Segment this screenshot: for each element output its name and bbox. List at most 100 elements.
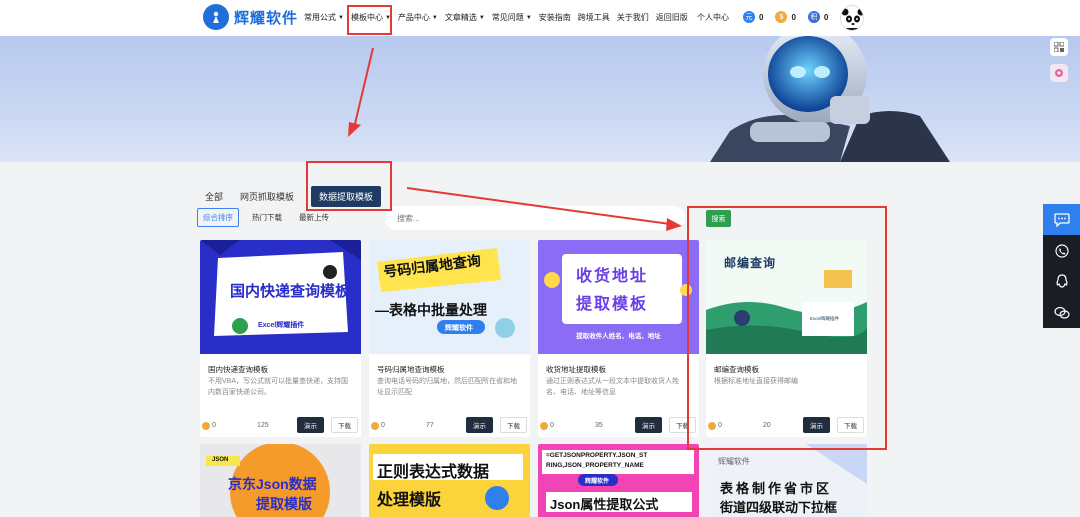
sort-combined[interactable]: 综合排序 bbox=[197, 208, 239, 227]
thumbnail-text: 街道四级联动下拉框 bbox=[720, 500, 838, 515]
qr-code-icon[interactable] bbox=[1050, 38, 1068, 56]
coin-count: 0 bbox=[212, 422, 216, 429]
theme-icon[interactable] bbox=[1050, 64, 1068, 82]
nav-item[interactable]: 安装指南 bbox=[539, 12, 571, 23]
demo-button[interactable]: 演示 bbox=[635, 417, 662, 433]
thumbnail-text: JSON bbox=[212, 457, 229, 463]
tab-all[interactable]: 全部 bbox=[205, 190, 223, 203]
thumbnail-text: 辉耀软件 bbox=[718, 457, 750, 466]
caret-down-icon: ▼ bbox=[478, 14, 485, 21]
card-desc: 通过正则表达式从一段文本中提取收货人姓名、电话、地址等信息 bbox=[546, 378, 679, 396]
download-count: 125 bbox=[257, 422, 269, 429]
coin-icon bbox=[540, 422, 548, 430]
phone-icon[interactable] bbox=[1043, 235, 1080, 266]
card-footer: 0 35 演示 下载 bbox=[538, 416, 699, 434]
thumbnail-text: 收货地址 bbox=[576, 268, 649, 285]
chat-icon[interactable] bbox=[1043, 204, 1080, 235]
thumbnail-text: RING,JSON_PROPERTY_NAME bbox=[546, 462, 644, 469]
site-logo[interactable]: 辉耀软件 bbox=[203, 4, 298, 30]
template-card-thumbnail[interactable]: =GETJSONPROPERTY.JSON_ST RING,JSON_PROPE… bbox=[538, 444, 699, 517]
card-title[interactable]: 收货地址提取模板 bbox=[546, 364, 606, 375]
nav-item[interactable]: 关于我们 bbox=[617, 12, 649, 23]
points-count: 0 bbox=[823, 12, 829, 22]
thumbnail-text: 提取收件人姓名、电话、地址 bbox=[576, 333, 661, 340]
thumbnail-text: 处理模版 bbox=[377, 492, 442, 509]
card-footer: 0 77 演示 下载 bbox=[369, 416, 530, 434]
download-count: 35 bbox=[595, 422, 603, 429]
nav-item-label: 安装指南 bbox=[538, 13, 571, 22]
template-card[interactable]: 国内快递查询模板 Excel辉耀插件 国内快递查询模板 不用VBA，写公式就可以… bbox=[200, 240, 361, 437]
nav-item[interactable]: 常见问题 ▼ bbox=[492, 12, 532, 23]
nav-item-label: 返回旧版 bbox=[655, 13, 688, 22]
thumbnail-text: 国内快递查询模板 bbox=[230, 283, 351, 300]
template-card-thumbnail[interactable]: JSON 京东Json数据 提取模版 bbox=[200, 444, 361, 517]
qq-icon[interactable] bbox=[1043, 266, 1080, 297]
annotation-highlight bbox=[687, 206, 887, 450]
search-input[interactable] bbox=[385, 206, 685, 230]
nav-item[interactable]: 常用公式 ▼ bbox=[304, 12, 344, 23]
card-thumbnail[interactable]: 收货地址 提取模板 提取收件人姓名、电话、地址 bbox=[538, 240, 699, 354]
page: 辉耀软件 常用公式 ▼ 模板中心 ▼ 产品中心 ▼ 文章精选 ▼ 常见问题 ▼ 安装指南 跨境工具 关于… bbox=[0, 0, 1080, 517]
template-card[interactable]: 收货地址 提取模板 提取收件人姓名、电话、地址 收货地址提取模板 通过正则表达式… bbox=[538, 240, 699, 437]
sort-hot[interactable]: 热门下载 bbox=[252, 212, 282, 223]
card-desc: 查询电话号码的归属地，然后匹配所在省和地址显示匹配 bbox=[377, 378, 517, 396]
card-title[interactable]: 号码归属地查询模板 bbox=[377, 364, 445, 375]
nav-item-label: 关于我们 bbox=[616, 13, 649, 22]
template-card[interactable]: 号码归属地查询 —表格中批量处理 辉耀软件 号码归属地查询模板 查询电话号码的归… bbox=[369, 240, 530, 437]
thumbnail-text: Json属性提取公式 bbox=[550, 497, 659, 512]
thumbnail-text: 正则表达式数据 bbox=[377, 464, 490, 481]
side-service-panel bbox=[1043, 204, 1080, 328]
sort-latest[interactable]: 最新上传 bbox=[299, 212, 329, 223]
nav-item[interactable]: 返回旧版 bbox=[656, 12, 688, 23]
thumbnail-text: 提取模版 bbox=[256, 496, 312, 512]
card-footer: 0 125 演示 下载 bbox=[200, 416, 361, 434]
tab-web-scrape[interactable]: 网页抓取模板 bbox=[240, 190, 294, 203]
nav-item-label: 跨境工具 bbox=[577, 13, 610, 22]
thumbnail-text: 京东Json数据 bbox=[228, 476, 317, 492]
top-header: 辉耀软件 常用公式 ▼ 模板中心 ▼ 产品中心 ▼ 文章精选 ▼ 常见问题 ▼ 安装指南 跨境工具 关于… bbox=[0, 0, 1080, 36]
coin-count: 0 bbox=[381, 422, 385, 429]
card-thumbnail[interactable]: 国内快递查询模板 Excel辉耀插件 bbox=[200, 240, 361, 354]
thumbnail-text: 表格制作省市区 bbox=[720, 481, 833, 496]
card-title[interactable]: 国内快递查询模板 bbox=[208, 364, 268, 375]
coin-icon bbox=[371, 422, 379, 430]
thumbnail-text: 提取模板 bbox=[576, 296, 649, 313]
nav-item-label: 常用公式 bbox=[304, 13, 336, 22]
nav-item[interactable]: 文章精选 ▼ bbox=[445, 12, 485, 23]
thumbnail-text: 辉耀软件 bbox=[585, 479, 610, 485]
nav-item[interactable]: 跨境工具 bbox=[578, 12, 610, 23]
nav-item-label: 产品中心 bbox=[397, 13, 430, 22]
coin-count: 0 bbox=[791, 12, 796, 22]
demo-button[interactable]: 演示 bbox=[466, 417, 493, 433]
coin-icon: $ bbox=[775, 11, 788, 23]
download-button[interactable]: 下载 bbox=[331, 417, 358, 433]
card-thumbnail[interactable]: 号码归属地查询 —表格中批量处理 辉耀软件 bbox=[369, 240, 530, 354]
template-card-thumbnail[interactable]: 正则表达式数据 处理模版 bbox=[369, 444, 530, 517]
logo-text: 辉耀软件 bbox=[234, 9, 299, 27]
hero-banner bbox=[0, 36, 1080, 162]
nav-item-label: 常见问题 bbox=[491, 13, 524, 22]
personal-center-link[interactable]: 个人中心 bbox=[697, 12, 729, 23]
thumbnail-text: 辉耀软件 bbox=[445, 325, 473, 332]
thumbnail-text: =GETJSONPROPERTY.JSON_ST bbox=[546, 452, 648, 459]
coin-count: 0 bbox=[550, 422, 554, 429]
caret-down-icon: ▼ bbox=[338, 14, 344, 21]
user-avatar[interactable] bbox=[840, 5, 864, 31]
coin-icon bbox=[202, 422, 210, 430]
download-button[interactable]: 下载 bbox=[500, 417, 527, 433]
nav-item[interactable]: 产品中心 ▼ bbox=[398, 12, 438, 23]
robot-illustration bbox=[710, 36, 950, 162]
template-card-thumbnail[interactable]: 辉耀软件 表格制作省市区 街道四级联动下拉框 bbox=[706, 444, 867, 517]
wechat-icon[interactable] bbox=[1043, 297, 1080, 328]
balance-count: 0 bbox=[759, 12, 764, 22]
nav-item-label: 文章精选 bbox=[444, 13, 477, 22]
annotation-highlight bbox=[306, 161, 392, 211]
user-area: 个人中心 元 0 $ 0 积 0 bbox=[697, 11, 840, 23]
logo-icon bbox=[203, 4, 229, 30]
thumbnail-text: Excel辉耀插件 bbox=[258, 322, 305, 329]
card-desc: 不用VBA，写公式就可以批量查快递，支持国内数百家快递公司。 bbox=[208, 378, 349, 396]
caret-down-icon: ▼ bbox=[431, 14, 438, 21]
thumbnail-text: —表格中批量处理 bbox=[375, 302, 487, 318]
points-badge: 积 bbox=[807, 11, 820, 23]
demo-button[interactable]: 演示 bbox=[297, 417, 324, 433]
